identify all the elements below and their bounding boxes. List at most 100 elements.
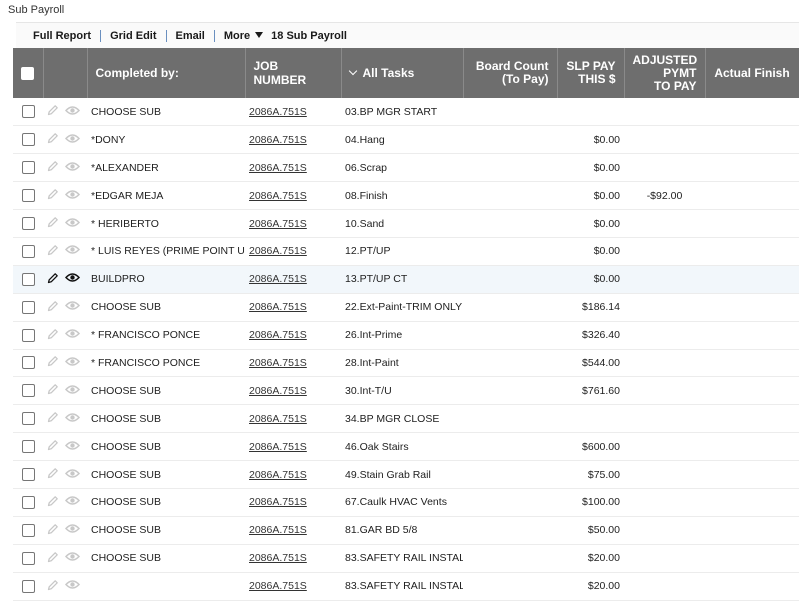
table-row[interactable]: CHOOSE SUB 2086A.751S 81.GAR BD 5/8 $50.…	[13, 516, 799, 545]
row-checkbox[interactable]	[21, 495, 35, 509]
job-number-link[interactable]: 2086A.751S	[249, 106, 307, 118]
pencil-icon[interactable]	[47, 244, 59, 256]
eye-icon[interactable]	[65, 440, 80, 451]
pencil-icon[interactable]	[47, 328, 59, 340]
job-number-link[interactable]: 2086A.751S	[249, 385, 307, 397]
row-checkbox[interactable]	[21, 300, 35, 314]
job-number-link[interactable]: 2086A.751S	[249, 162, 307, 174]
row-checkbox[interactable]	[21, 579, 35, 593]
completed-by-cell[interactable]: *ALEXANDER	[87, 153, 245, 183]
job-number-link[interactable]: 2086A.751S	[249, 273, 307, 285]
pencil-icon[interactable]	[47, 188, 59, 200]
eye-icon[interactable]	[65, 189, 80, 200]
row-checkbox[interactable]	[21, 468, 35, 482]
row-checkbox[interactable]	[21, 105, 35, 119]
eye-icon[interactable]	[65, 495, 80, 506]
job-number-link[interactable]: 2086A.751S	[249, 469, 307, 481]
job-number-link[interactable]: 2086A.751S	[249, 301, 307, 313]
eye-icon[interactable]	[65, 328, 80, 339]
more-menu-button[interactable]: More	[224, 30, 264, 42]
completed-by-header[interactable]: Completed by:	[87, 48, 246, 98]
completed-by-cell[interactable]: CHOOSE SUB	[87, 432, 245, 462]
job-number-link[interactable]: 2086A.751S	[249, 329, 307, 341]
row-checkbox[interactable]	[21, 551, 35, 565]
job-number-link[interactable]: 2086A.751S	[249, 190, 307, 202]
eye-icon[interactable]	[65, 133, 80, 144]
pencil-icon[interactable]	[47, 104, 59, 116]
eye-icon[interactable]	[65, 244, 80, 255]
job-number-link[interactable]: 2086A.751S	[249, 245, 307, 257]
job-number-link[interactable]: 2086A.751S	[249, 357, 307, 369]
table-row[interactable]: CHOOSE SUB 2086A.751S 83.SAFETY RAIL INS…	[13, 544, 799, 573]
job-number-link[interactable]: 2086A.751S	[249, 496, 307, 508]
row-checkbox[interactable]	[21, 161, 35, 175]
row-checkbox[interactable]	[21, 328, 35, 342]
completed-by-cell[interactable]: CHOOSE SUB	[87, 293, 245, 322]
job-number-link[interactable]: 2086A.751S	[249, 441, 307, 453]
pencil-icon[interactable]	[47, 300, 59, 312]
pencil-icon[interactable]	[47, 467, 59, 479]
adjusted-pymt-header[interactable]: ADJUSTED PYMT TO PAY	[624, 48, 706, 98]
table-row[interactable]: CHOOSE SUB 2086A.751S 49.Stain Grab Rail…	[13, 460, 799, 489]
job-number-link[interactable]: 2086A.751S	[249, 413, 307, 425]
table-row[interactable]: BUILDPRO 2086A.751S 13.PT/UP CT $0.00	[13, 265, 799, 294]
completed-by-cell[interactable]: CHOOSE SUB	[87, 98, 245, 127]
eye-icon[interactable]	[65, 523, 80, 534]
select-all-checkbox[interactable]	[21, 67, 35, 81]
job-number-link[interactable]: 2086A.751S	[249, 580, 307, 592]
row-checkbox[interactable]	[21, 412, 35, 426]
pencil-icon[interactable]	[47, 439, 59, 451]
completed-by-cell[interactable]: CHOOSE SUB	[87, 404, 245, 434]
row-checkbox[interactable]	[21, 189, 35, 203]
completed-by-cell[interactable]: CHOOSE SUB	[87, 488, 245, 517]
pencil-icon[interactable]	[47, 160, 59, 172]
pencil-icon[interactable]	[47, 411, 59, 423]
completed-by-cell[interactable]: * LUIS REYES (PRIME POINT UP)	[87, 237, 245, 266]
row-checkbox[interactable]	[21, 244, 35, 258]
completed-by-cell[interactable]	[87, 572, 245, 601]
board-count-header[interactable]: Board Count (To Pay)	[463, 48, 558, 98]
row-checkbox[interactable]	[21, 217, 35, 230]
table-row[interactable]: *DONY 2086A.751S 04.Hang $0.00	[13, 125, 799, 155]
pencil-icon[interactable]	[47, 132, 59, 144]
eye-icon[interactable]	[65, 272, 80, 283]
pencil-icon[interactable]	[47, 523, 59, 535]
slp-pay-header[interactable]: SLP PAY THIS $	[557, 48, 625, 98]
job-number-link[interactable]: 2086A.751S	[249, 552, 307, 564]
eye-icon[interactable]	[65, 579, 80, 590]
pencil-icon[interactable]	[47, 579, 59, 591]
table-row[interactable]: * LUIS REYES (PRIME POINT UP) 2086A.751S…	[13, 237, 799, 266]
completed-by-cell[interactable]: BUILDPRO	[87, 265, 245, 294]
table-row[interactable]: * FRANCISCO PONCE 2086A.751S 28.Int-Pain…	[13, 349, 799, 378]
eye-icon[interactable]	[65, 356, 80, 367]
table-row[interactable]: CHOOSE SUB 2086A.751S 34.BP MGR CLOSE	[13, 404, 799, 434]
row-checkbox[interactable]	[21, 440, 35, 454]
row-checkbox[interactable]	[21, 384, 35, 398]
grid-edit-button[interactable]: Grid Edit	[110, 30, 156, 42]
row-checkbox[interactable]	[21, 356, 35, 370]
job-number-link[interactable]: 2086A.751S	[249, 524, 307, 536]
eye-icon[interactable]	[65, 384, 80, 395]
eye-icon[interactable]	[65, 412, 80, 423]
eye-icon[interactable]	[65, 551, 80, 562]
eye-icon[interactable]	[65, 161, 80, 172]
completed-by-cell[interactable]: * FRANCISCO PONCE	[87, 349, 245, 378]
table-row[interactable]: * FRANCISCO PONCE 2086A.751S 26.Int-Prim…	[13, 321, 799, 350]
row-checkbox[interactable]	[21, 133, 35, 147]
eye-icon[interactable]	[65, 217, 80, 228]
completed-by-cell[interactable]: *DONY	[87, 125, 245, 155]
completed-by-cell[interactable]: *EDGAR MEJA	[87, 181, 245, 211]
table-row[interactable]: *ALEXANDER 2086A.751S 06.Scrap $0.00	[13, 153, 799, 183]
pencil-icon[interactable]	[47, 216, 59, 228]
job-number-header[interactable]: JOB NUMBER	[245, 48, 342, 98]
pencil-icon[interactable]	[47, 383, 59, 395]
eye-icon[interactable]	[65, 105, 80, 116]
actual-finish-header[interactable]: Actual Finish	[705, 48, 799, 98]
pencil-icon[interactable]	[47, 551, 59, 563]
table-row[interactable]: 2086A.751S 83.SAFETY RAIL INSTALL $20.00	[13, 572, 799, 601]
table-row[interactable]: CHOOSE SUB 2086A.751S 46.Oak Stairs $600…	[13, 432, 799, 462]
job-number-link[interactable]: 2086A.751S	[249, 134, 307, 146]
table-row[interactable]: *EDGAR MEJA 2086A.751S 08.Finish $0.00 -…	[13, 181, 799, 211]
all-tasks-header[interactable]: All Tasks	[341, 48, 464, 98]
table-row[interactable]: CHOOSE SUB 2086A.751S 30.Int-T/U $761.60	[13, 376, 799, 406]
